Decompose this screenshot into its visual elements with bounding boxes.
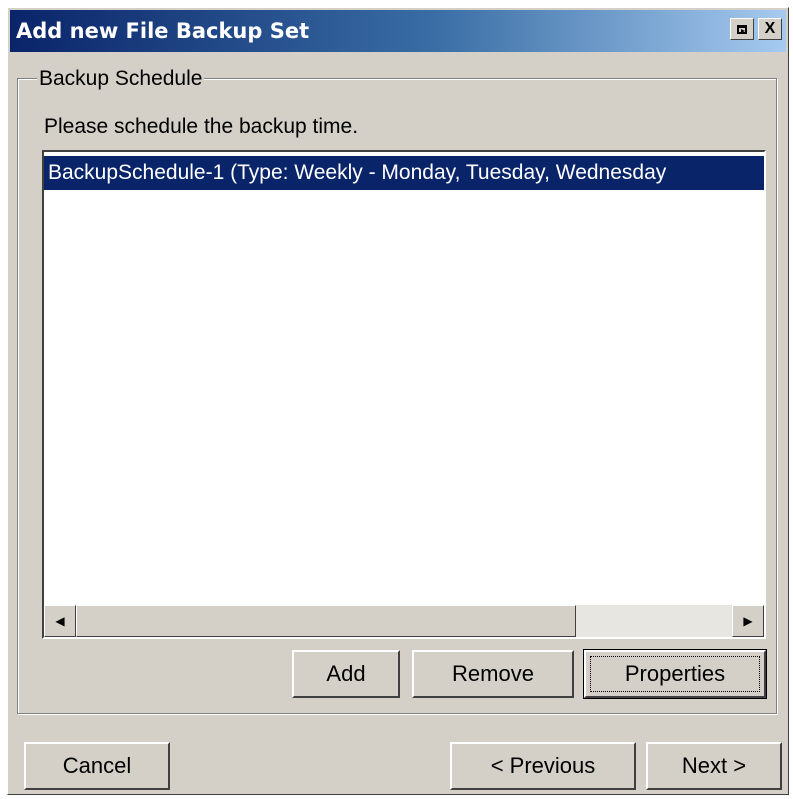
remove-button[interactable]: Remove [412, 650, 574, 698]
next-button[interactable]: Next > [646, 742, 782, 790]
scroll-left-button[interactable]: ◀ [44, 605, 76, 637]
restore-button[interactable] [730, 18, 754, 40]
schedule-list[interactable]: BackupSchedule-1 (Type: Weekly - Monday,… [42, 150, 766, 639]
title-bar[interactable]: Add new File Backup Set X [10, 10, 786, 52]
cancel-button[interactable]: Cancel [24, 742, 170, 790]
close-icon: X [764, 20, 776, 37]
restore-icon [737, 24, 747, 34]
arrow-right-icon: ▶ [743, 614, 753, 628]
schedule-prompt: Please schedule the backup time. [44, 115, 359, 138]
close-button[interactable]: X [758, 18, 782, 40]
horizontal-scrollbar[interactable]: ◀ ▶ [44, 605, 764, 637]
focus-ring [590, 656, 760, 692]
previous-button[interactable]: < Previous [450, 742, 636, 790]
arrow-left-icon: ◀ [55, 614, 65, 628]
scroll-right-button[interactable]: ▶ [732, 605, 764, 637]
properties-button[interactable]: Properties [583, 649, 767, 699]
add-button[interactable]: Add [292, 650, 400, 698]
scroll-thumb[interactable] [76, 605, 576, 637]
list-item[interactable]: BackupSchedule-1 (Type: Weekly - Monday,… [44, 156, 764, 190]
window-title: Add new File Backup Set [16, 19, 310, 43]
group-label: Backup Schedule [37, 67, 205, 91]
